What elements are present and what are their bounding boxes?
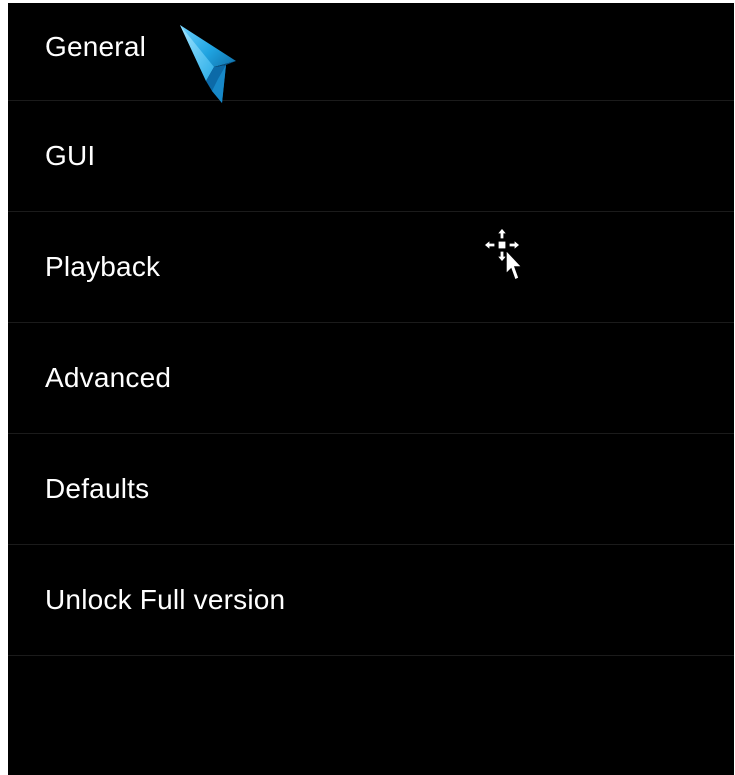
menu-item-label: Playback	[45, 251, 161, 282]
menu-item-label: Unlock Full version	[45, 584, 286, 615]
menu-item-label: Advanced	[45, 362, 172, 393]
settings-screen: General GUI Playback Advanced Defaults U…	[8, 3, 734, 775]
menu-item-gui[interactable]: GUI	[8, 101, 734, 212]
menu-item-playback[interactable]: Playback	[8, 212, 734, 323]
menu-item-unlock-full-version[interactable]: Unlock Full version	[8, 545, 734, 656]
menu-item-advanced[interactable]: Advanced	[8, 323, 734, 434]
menu-item-label: Defaults	[45, 473, 150, 504]
settings-menu-list: General GUI Playback Advanced Defaults U…	[8, 3, 734, 656]
menu-item-general[interactable]: General	[8, 3, 734, 101]
menu-item-label: General	[45, 31, 147, 62]
menu-item-label: GUI	[45, 140, 96, 171]
menu-item-defaults[interactable]: Defaults	[8, 434, 734, 545]
